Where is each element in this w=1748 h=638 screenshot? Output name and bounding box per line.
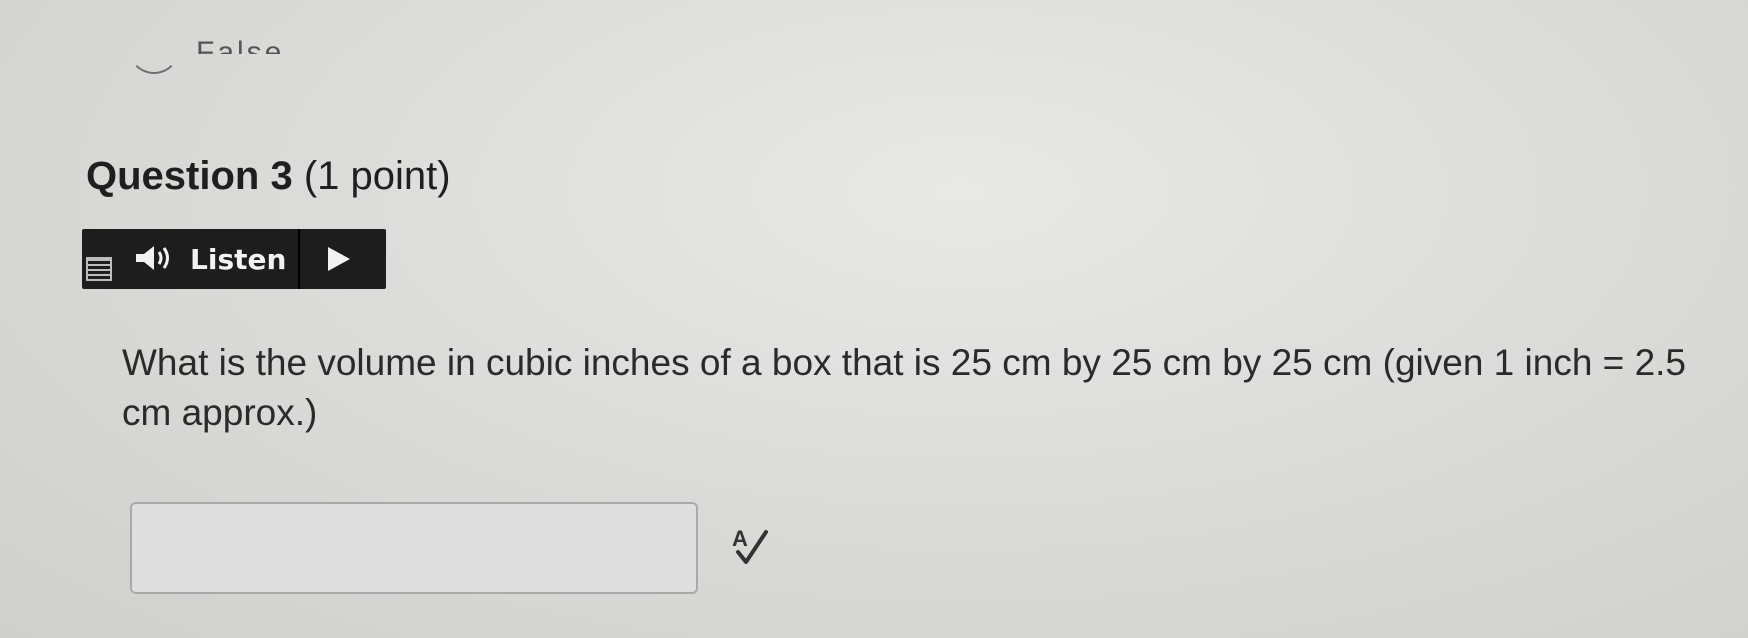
quiz-page: False Question 3 (1 point) Listen What i…: [0, 0, 1748, 638]
menu-icon[interactable]: [86, 257, 112, 281]
answer-input[interactable]: [130, 502, 698, 594]
question-title: Question 3 (1 point): [86, 154, 451, 199]
previous-option-label: False: [196, 38, 284, 54]
listen-toolbar[interactable]: Listen: [82, 229, 386, 289]
previous-option-radio[interactable]: [128, 22, 180, 74]
listen-button[interactable]: Listen: [190, 243, 286, 276]
listen-divider: [298, 229, 300, 289]
spellcheck-icon[interactable]: A: [728, 522, 774, 568]
play-icon[interactable]: [324, 245, 352, 273]
question-number: Question 3: [86, 154, 293, 198]
svg-text:A: A: [732, 526, 748, 551]
speaker-icon: [136, 246, 169, 270]
question-text: What is the volume in cubic inches of a …: [122, 342, 1687, 433]
question-points: (1 point): [303, 154, 451, 198]
